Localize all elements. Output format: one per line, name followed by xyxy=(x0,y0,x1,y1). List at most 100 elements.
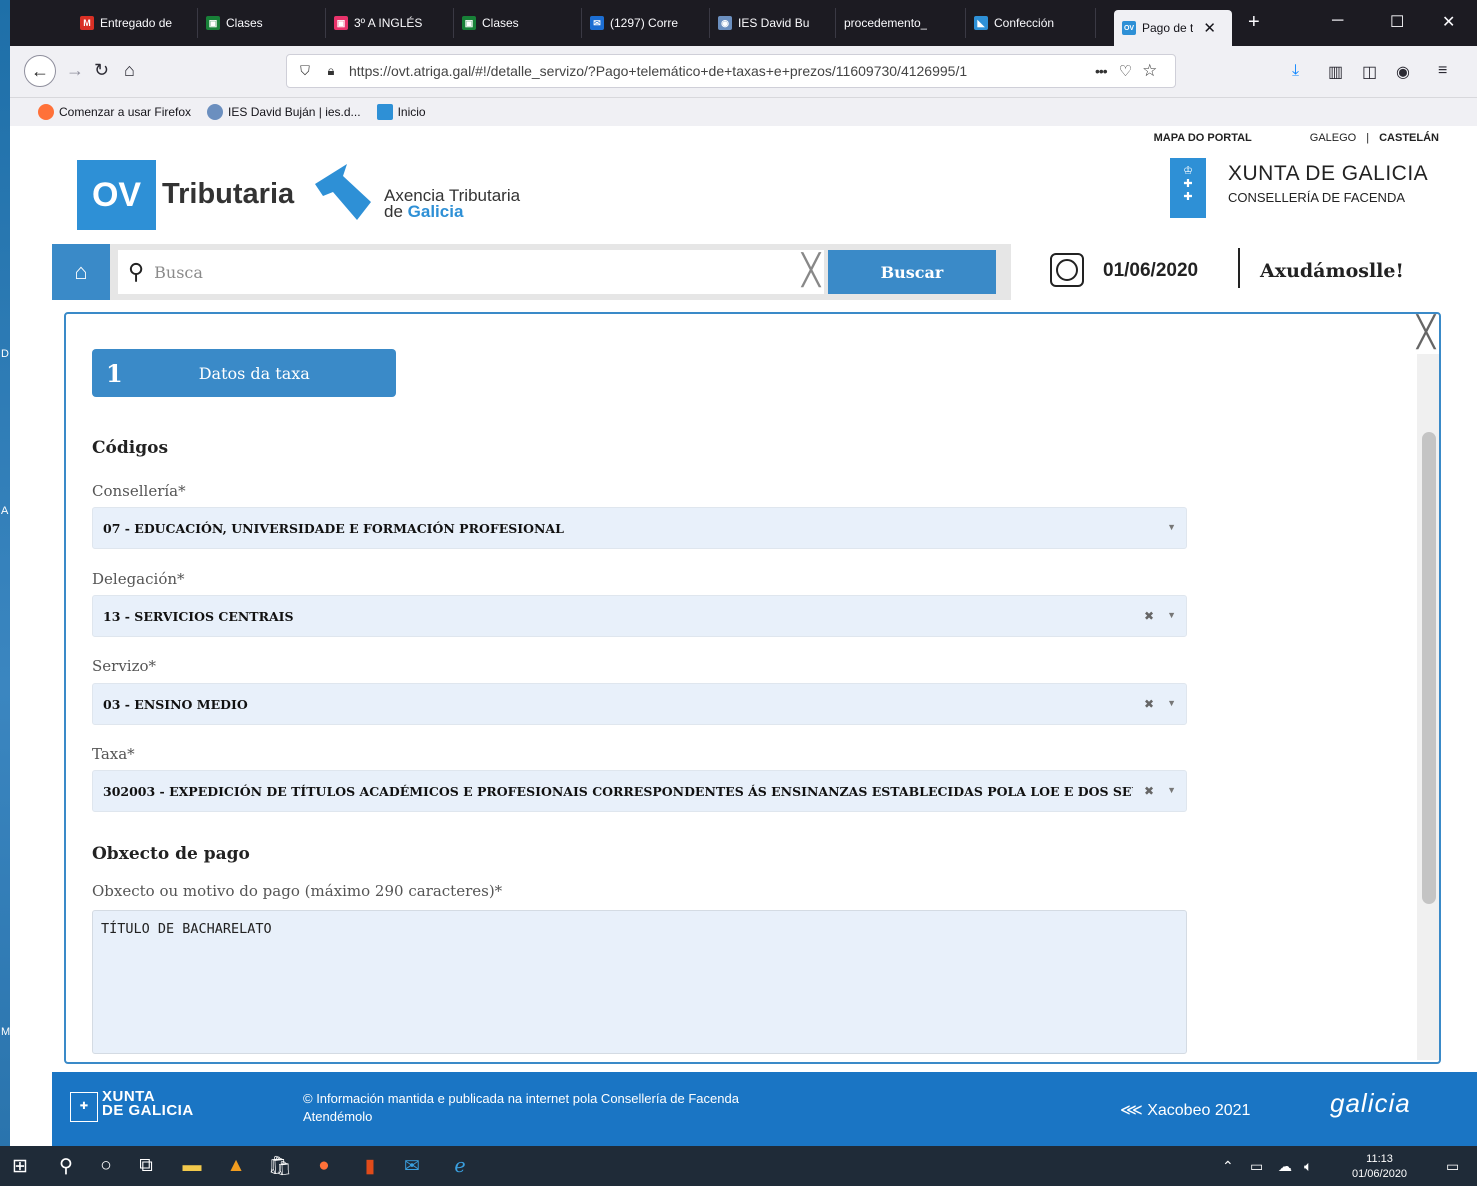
home-button[interactable]: ⌂ xyxy=(124,60,135,81)
desktop-edge: D A M xyxy=(0,0,10,1146)
help-link[interactable]: Axudámoslle! xyxy=(1260,260,1404,282)
bookmark-item[interactable]: Comenzar a usar Firefox xyxy=(38,104,191,120)
section-heading-codes: Códigos xyxy=(92,438,169,458)
galicia-logo[interactable]: galicia xyxy=(1330,1088,1411,1119)
chevron-down-icon[interactable]: ▼ xyxy=(1167,785,1176,795)
clock-icon xyxy=(1050,253,1084,287)
onedrive-icon[interactable]: ☁ xyxy=(1278,1158,1292,1175)
new-tab-button[interactable]: + xyxy=(1248,12,1260,32)
tab[interactable]: M Entregado de xyxy=(72,8,198,38)
search-icon[interactable]: ⚲ xyxy=(52,1154,80,1178)
firefox-icon[interactable]: ● xyxy=(310,1154,338,1178)
page: MAPA DO PORTAL GALEGO | CASTELÁN OV Trib… xyxy=(10,126,1477,1146)
account-icon[interactable]: ◉ xyxy=(1396,62,1410,82)
downloads-icon[interactable]: ⤓ xyxy=(1292,62,1299,80)
firefox-window: M Entregado de ▣ Clases ▣ 3º A INGLÉS ▣ Clas… xyxy=(10,0,1477,1146)
url-text[interactable]: https://ovt.atriga.gal/#!/detalle_serviz… xyxy=(349,63,1089,79)
clear-selection-icon[interactable]: ✖ xyxy=(1144,609,1154,623)
chevron-down-icon[interactable]: ▼ xyxy=(1167,610,1176,620)
minimize-button[interactable]: ─ xyxy=(1332,12,1343,30)
xunta-emblem-icon: ✚ xyxy=(70,1092,98,1122)
contact-link[interactable]: Atendémolo xyxy=(303,1108,739,1126)
search-icon: ⚲ xyxy=(128,259,145,284)
library-icon[interactable]: ▥ xyxy=(1328,62,1343,82)
volume-icon[interactable]: 🔈︎ xyxy=(1304,1158,1312,1175)
language-castelan-link[interactable]: CASTELÁN xyxy=(1379,132,1439,144)
file-explorer-icon[interactable]: ▬ xyxy=(178,1154,206,1178)
store-icon[interactable]: 🛍︎ xyxy=(266,1154,294,1178)
tab[interactable]: ▣ 3º A INGLÉS xyxy=(326,8,454,38)
firefox-icon xyxy=(38,104,54,120)
object-textarea[interactable]: TÍTULO DE BACHARELATO xyxy=(92,910,1187,1054)
notifications-icon[interactable]: ▭ xyxy=(1446,1158,1459,1175)
footer-xunta-logo[interactable]: XUNTA DE GALICIA xyxy=(102,1089,194,1118)
lock-icon[interactable]: 🔒︎ xyxy=(323,63,339,79)
chevron-down-icon[interactable]: ▼ xyxy=(1167,522,1176,532)
select-taxa[interactable]: 302003 - EXPEDICIÓN DE TÍTULOS ACADÉMICO… xyxy=(92,770,1187,812)
sidebar-icon[interactable]: ◫ xyxy=(1362,62,1377,82)
desktop-glyph: A xyxy=(1,505,9,517)
tab[interactable]: ▣ Clases xyxy=(198,8,326,38)
xacobeo-logo[interactable]: ⋘ Xacobeo 2021 xyxy=(1120,1100,1250,1120)
school-icon xyxy=(207,104,224,120)
bookmarks-toolbar: Comenzar a usar Firefox IES David Buján … xyxy=(10,98,1477,126)
atg-arrow-icon xyxy=(315,164,371,220)
search-input[interactable]: ⚲ Busca ╳ xyxy=(118,250,824,294)
scrollbar-thumb[interactable] xyxy=(1422,432,1436,904)
cortana-icon[interactable]: ○ xyxy=(92,1154,120,1178)
step-indicator: 1 Datos da taxa xyxy=(92,349,396,397)
tax-detail-modal: ╳ 1 Datos da taxa Códigos Consellería* 0… xyxy=(64,312,1441,1064)
url-bar[interactable]: ⛉ 🔒︎ https://ovt.atriga.gal/#!/detalle_s… xyxy=(286,54,1176,88)
chevron-up-icon[interactable]: ⌃ xyxy=(1222,1158,1234,1175)
tab[interactable]: ▣ Clases xyxy=(454,8,582,38)
windows-start-icon[interactable]: ⊞ xyxy=(6,1154,34,1178)
home-icon[interactable]: ⌂ xyxy=(52,244,110,300)
system-clock[interactable]: 11:13 01/06/2020 xyxy=(1352,1152,1407,1182)
ov-logo[interactable]: OV xyxy=(77,160,156,230)
language-galego-link[interactable]: GALEGO xyxy=(1310,132,1356,144)
page-actions-button[interactable]: ••• xyxy=(1095,63,1108,79)
bookmark-item[interactable]: Inicio xyxy=(376,104,426,120)
search-button[interactable]: Buscar xyxy=(828,250,996,294)
tab[interactable]: ◉ IES David Bu xyxy=(710,8,836,38)
tab-active[interactable]: OV Pago de t ✕ xyxy=(1114,10,1232,46)
office-icon[interactable]: ▮ xyxy=(356,1154,384,1178)
tab[interactable]: procedemento_ xyxy=(836,8,966,38)
shield-icon[interactable]: ⛉ xyxy=(297,63,313,79)
footer-copyright: © Información mantida e publicada na int… xyxy=(303,1091,739,1126)
logo-tributaria: Tributaria xyxy=(162,178,295,210)
maximize-button[interactable]: ☐ xyxy=(1390,12,1404,32)
classroom-icon: ▣ xyxy=(206,16,220,30)
desktop-glyph: M xyxy=(1,1026,11,1038)
edge-icon[interactable]: ℯ xyxy=(446,1154,474,1178)
field-label-taxa: Taxa* xyxy=(92,745,135,763)
tab[interactable]: ✉ (1297) Corre xyxy=(582,8,710,38)
tab[interactable]: ◣ Confección xyxy=(966,8,1096,38)
mail-icon[interactable]: ✉ xyxy=(398,1154,426,1178)
clear-selection-icon[interactable]: ✖ xyxy=(1144,697,1154,711)
close-tab-icon[interactable]: ✕ xyxy=(1203,19,1216,37)
back-button[interactable]: ← xyxy=(24,55,56,87)
vlc-icon[interactable]: ▲ xyxy=(222,1154,250,1178)
site-map-link[interactable]: MAPA DO PORTAL xyxy=(1154,132,1252,144)
current-date: 01/06/2020 xyxy=(1103,260,1199,281)
clear-search-icon[interactable]: ╳ xyxy=(802,256,820,286)
pocket-icon[interactable]: ♡ xyxy=(1119,62,1132,80)
chevron-down-icon[interactable]: ▼ xyxy=(1167,698,1176,708)
close-window-button[interactable]: ✕ xyxy=(1442,12,1455,32)
close-modal-icon[interactable]: ╳ xyxy=(1417,318,1435,348)
task-view-icon[interactable]: ⧉ xyxy=(132,1154,160,1178)
gmail-icon: M xyxy=(80,16,94,30)
bookmark-star-icon[interactable]: ☆ xyxy=(1142,61,1157,81)
menu-icon[interactable]: ≡ xyxy=(1438,62,1447,80)
desktop-glyph: D xyxy=(1,348,9,360)
search-placeholder: Busca xyxy=(154,262,203,282)
select-servizo[interactable]: 03 - ENSINO MEDIO ✖ ▼ xyxy=(92,683,1187,725)
select-delegacion[interactable]: 13 - SERVICIOS CENTRAIS ✖ ▼ xyxy=(92,595,1187,637)
clear-selection-icon[interactable]: ✖ xyxy=(1144,784,1154,798)
select-conselleria[interactable]: 07 - EDUCACIÓN, UNIVERSIDADE E FORMACIÓN… xyxy=(92,507,1187,549)
bookmark-item[interactable]: IES David Buján | ies.d... xyxy=(207,104,361,120)
network-icon[interactable]: ▭ xyxy=(1250,1158,1263,1175)
forward-button[interactable]: → xyxy=(66,60,84,81)
reload-button[interactable]: ↻ xyxy=(94,60,109,81)
